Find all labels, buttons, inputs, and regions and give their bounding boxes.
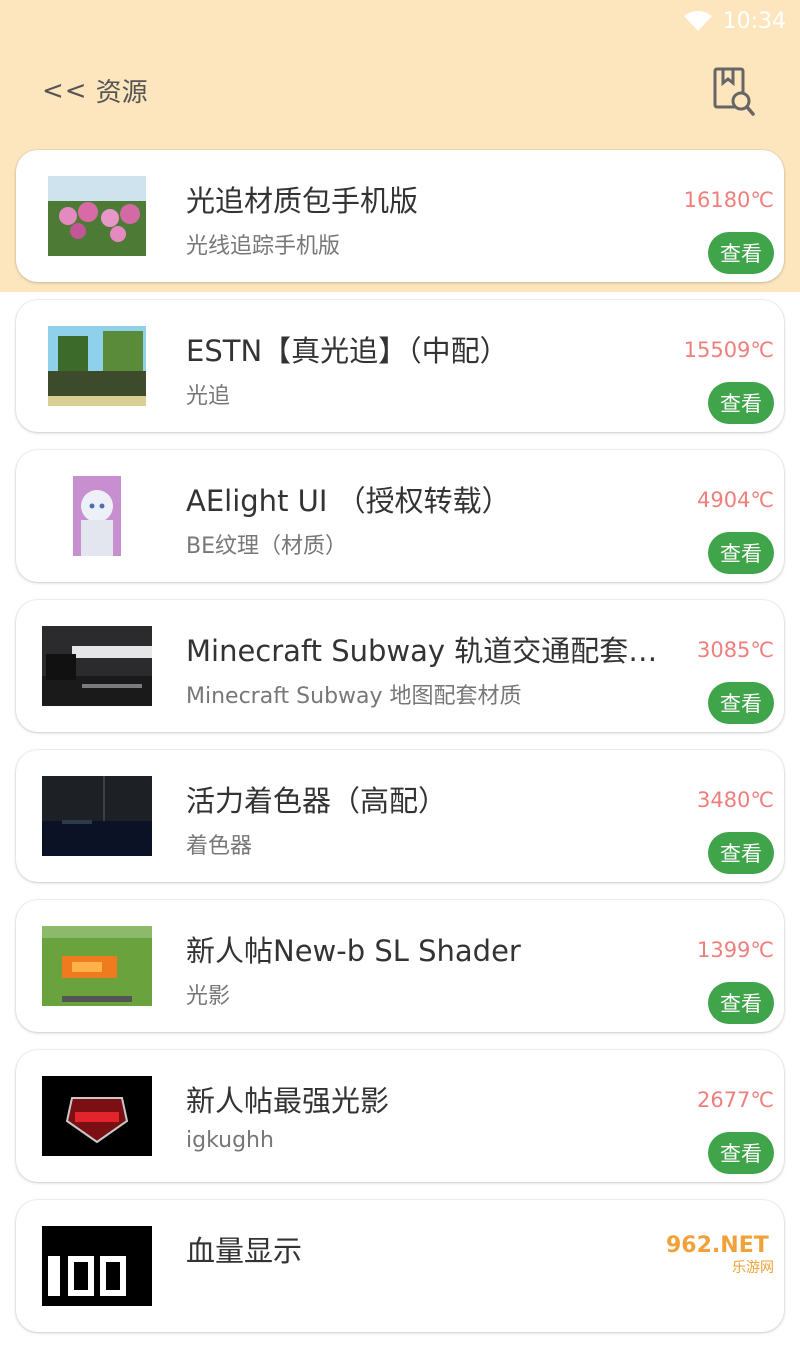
list-item[interactable]: ESTN【真光追】（中配） 光追 15509℃ 查看 — [16, 300, 784, 432]
thumbnail-image — [48, 176, 146, 256]
item-title: 光追材质包手机版 — [186, 184, 419, 218]
item-title: 新人帖最强光影 — [186, 1084, 390, 1118]
heat-count: 2677℃ — [696, 1088, 774, 1112]
list-item[interactable]: 新人帖New-b SL Shader 光影 1399℃ 查看 — [16, 900, 784, 1032]
item-subtitle: 光线追踪手机版 — [186, 234, 341, 259]
item-subtitle: Minecraft Subway 地图配套材质 — [186, 684, 522, 709]
thumbnail-image — [42, 1076, 152, 1156]
view-button[interactable]: 查看 — [708, 982, 774, 1024]
view-button[interactable]: 查看 — [708, 832, 774, 874]
view-button[interactable]: 查看 — [708, 232, 774, 274]
list-item[interactable]: 活力着色器（高配） 着色器 3480℃ 查看 — [16, 750, 784, 882]
back-button[interactable]: << 资源 — [42, 72, 148, 109]
item-subtitle: igkughh — [186, 1128, 274, 1153]
view-button[interactable]: 查看 — [708, 532, 774, 574]
watermark-caption: 乐游网 — [732, 1260, 774, 1276]
watermark-logo: 962.NET 乐游网 — [666, 1233, 774, 1276]
heat-count: 3085℃ — [696, 638, 774, 662]
item-title: 血量显示 — [186, 1234, 303, 1268]
view-button[interactable]: 查看 — [708, 382, 774, 424]
wifi-icon — [683, 11, 712, 31]
thumbnail-image — [42, 776, 152, 856]
item-subtitle: BE纹理（材质） — [186, 534, 347, 559]
thumbnail-image — [73, 476, 121, 556]
view-button[interactable]: 查看 — [708, 1132, 774, 1174]
list-item[interactable]: Minecraft Subway 轨道交通配套材质 Minecraft Subw… — [16, 600, 784, 732]
watermark-brand: 962.NET — [666, 1233, 769, 1258]
status-time: 10:34 — [722, 8, 786, 34]
thumbnail-image — [48, 326, 146, 406]
item-title: AElight UI （授权转载） — [186, 484, 511, 518]
item-title: Minecraft Subway 轨道交通配套材质 — [186, 634, 666, 668]
item-title: 新人帖New-b SL Shader — [186, 934, 521, 968]
status-bar: 10:34 — [683, 6, 786, 36]
heat-count: 4904℃ — [696, 488, 774, 512]
thumbnail-image — [42, 926, 152, 1006]
heat-count: 16180℃ — [683, 188, 774, 212]
heat-count: 3480℃ — [696, 788, 774, 812]
view-button[interactable]: 查看 — [708, 682, 774, 724]
resource-list: 光追材质包手机版 光线追踪手机版 16180℃ 查看 ESTN【真光追】（中配）… — [16, 150, 784, 1350]
thumbnail-image — [42, 626, 152, 706]
item-subtitle: 光追 — [186, 384, 231, 409]
item-title: ESTN【真光追】（中配） — [186, 334, 509, 368]
item-title: 活力着色器（高配） — [186, 784, 448, 818]
heat-count: 15509℃ — [683, 338, 774, 362]
list-item[interactable]: 光追材质包手机版 光线追踪手机版 16180℃ 查看 — [16, 150, 784, 282]
page-title: 资源 — [95, 78, 148, 108]
back-arrow-icon: << — [42, 75, 88, 106]
list-item[interactable]: 新人帖最强光影 igkughh 2677℃ 查看 — [16, 1050, 784, 1182]
top-bar: << 资源 — [0, 60, 800, 124]
heat-count: 1399℃ — [696, 938, 774, 962]
thumbnail-image — [42, 1226, 152, 1306]
item-subtitle: 着色器 — [186, 834, 253, 859]
list-item[interactable]: AElight UI （授权转载） BE纹理（材质） 4904℃ 查看 — [16, 450, 784, 582]
item-subtitle: 光影 — [186, 984, 231, 1009]
document-search-icon[interactable] — [712, 66, 756, 118]
